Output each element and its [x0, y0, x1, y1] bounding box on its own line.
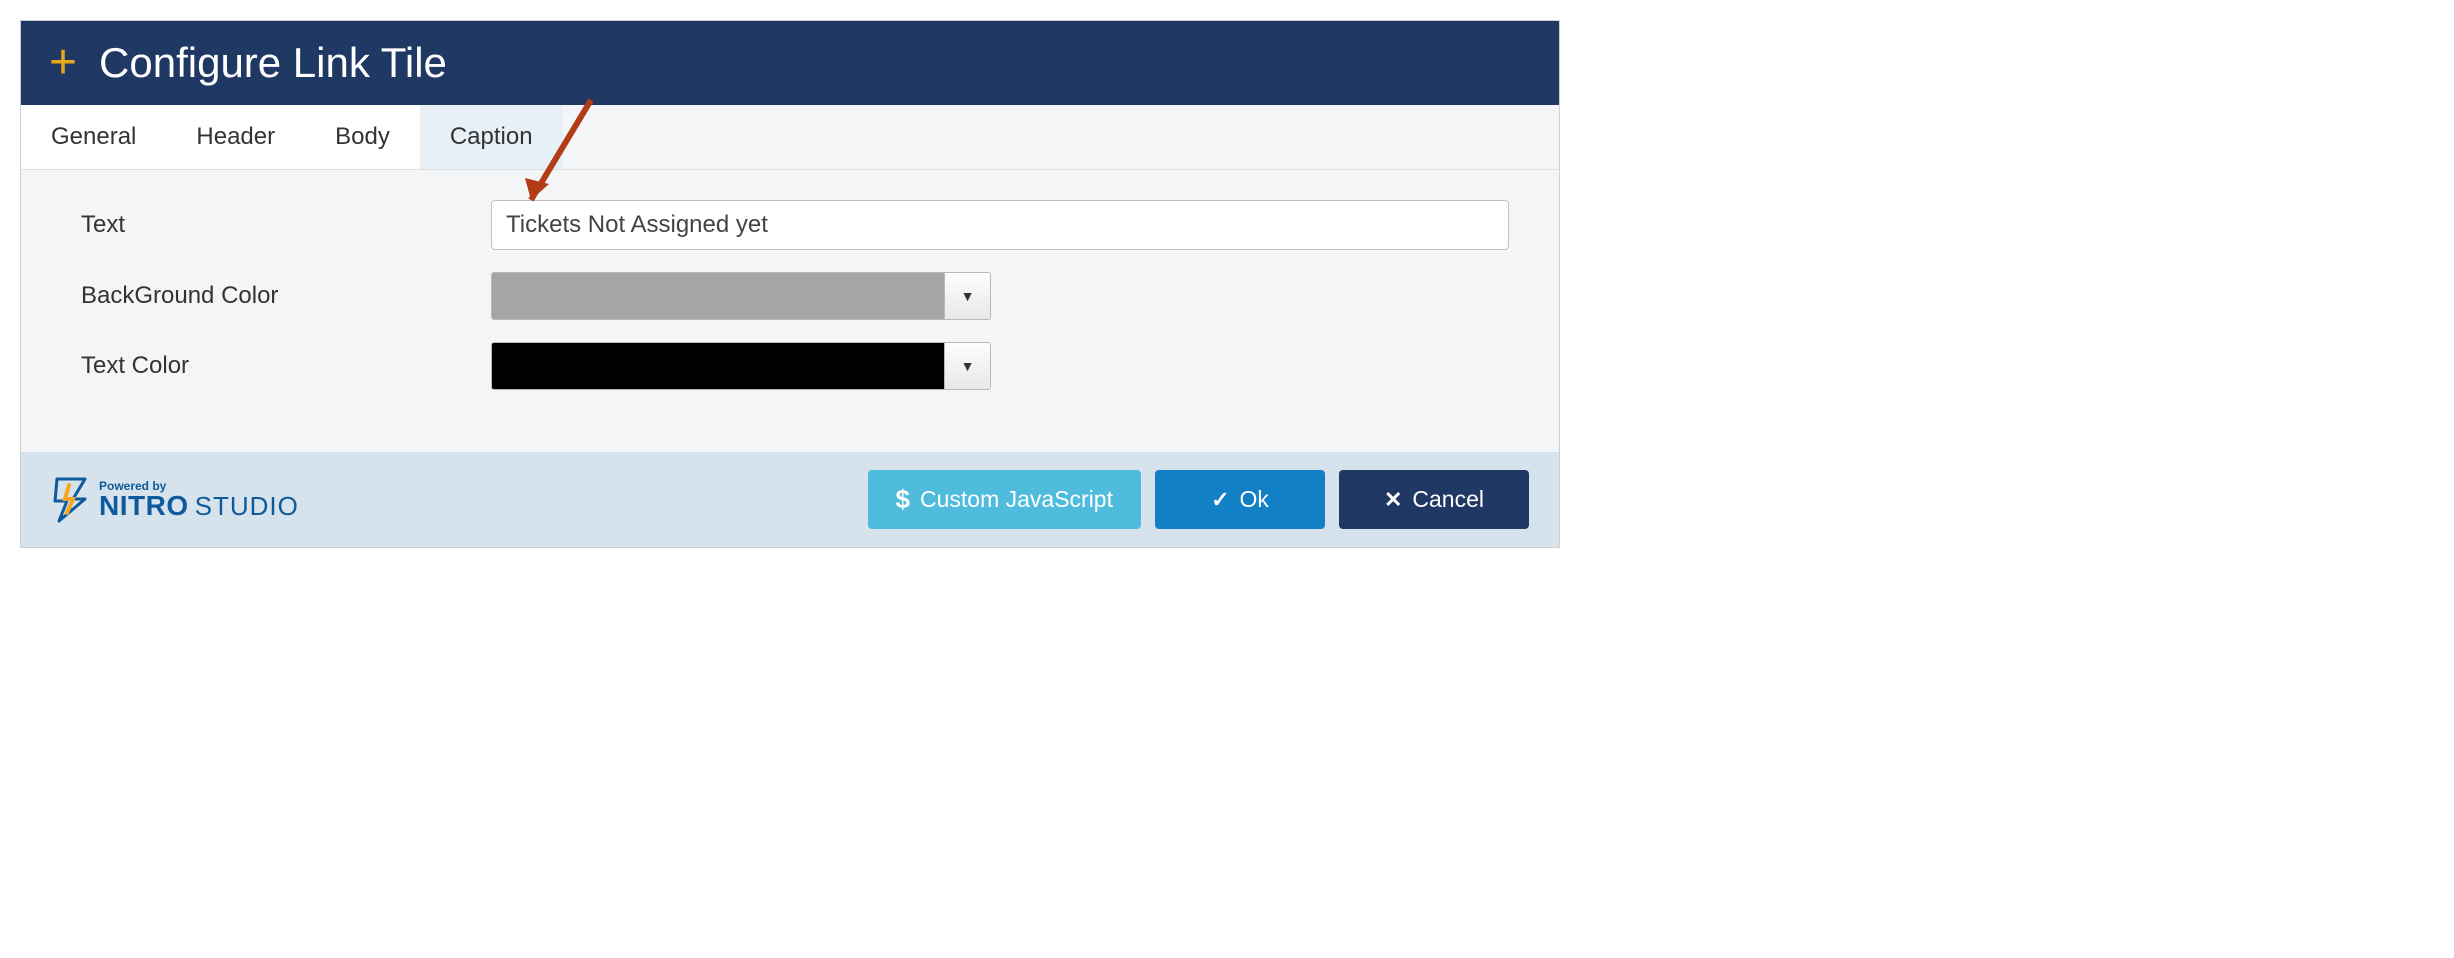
chevron-down-icon: ▼: [961, 358, 975, 374]
dialog-title: Configure Link Tile: [99, 39, 447, 87]
dialog-footer: Powered by NITRO STUDIO $ Custom JavaScr…: [21, 452, 1559, 547]
custom-javascript-button[interactable]: $ Custom JavaScript: [868, 470, 1141, 529]
cancel-label: Cancel: [1412, 486, 1484, 513]
ok-label: Ok: [1240, 486, 1269, 513]
form-row-textcolor: Text Color ▼: [71, 342, 1509, 390]
nitro-bolt-icon: [51, 477, 91, 523]
dollar-icon: $: [896, 484, 910, 515]
textcolor-swatch: [492, 343, 944, 389]
bgcolor-picker[interactable]: ▼: [491, 272, 991, 320]
tab-general[interactable]: General: [21, 105, 166, 169]
bgcolor-swatch: [492, 273, 944, 319]
cancel-button[interactable]: ✕ Cancel: [1339, 470, 1529, 529]
tab-header[interactable]: Header: [166, 105, 305, 169]
brand-text: Powered by NITRO STUDIO: [99, 480, 299, 520]
tab-bar: General Header Body Caption: [21, 105, 1559, 170]
text-input[interactable]: [491, 200, 1509, 250]
brand-logo: Powered by NITRO STUDIO: [51, 477, 299, 523]
tab-caption[interactable]: Caption: [420, 105, 563, 169]
tab-content: Text BackGround Color ▼ Text Color ▼: [21, 170, 1559, 452]
textcolor-label: Text Color: [71, 352, 491, 380]
tab-body[interactable]: Body: [305, 105, 420, 169]
custom-js-label: Custom JavaScript: [920, 486, 1113, 513]
configure-link-tile-dialog: + Configure Link Tile General Header Bod…: [20, 20, 1560, 548]
bgcolor-label: BackGround Color: [71, 282, 491, 310]
chevron-down-icon: ▼: [961, 288, 975, 304]
textcolor-picker[interactable]: ▼: [491, 342, 991, 390]
brand-name-light: STUDIO: [195, 493, 299, 519]
form-row-bgcolor: BackGround Color ▼: [71, 272, 1509, 320]
form-row-text: Text: [71, 200, 1509, 250]
close-icon: ✕: [1384, 487, 1402, 513]
ok-button[interactable]: ✓ Ok: [1155, 470, 1325, 529]
text-label: Text: [71, 211, 491, 239]
dialog-header: + Configure Link Tile: [21, 21, 1559, 105]
bgcolor-dropdown-button[interactable]: ▼: [944, 273, 990, 319]
brand-name-bold: NITRO: [99, 492, 189, 520]
check-icon: ✓: [1211, 487, 1229, 513]
footer-button-group: $ Custom JavaScript ✓ Ok ✕ Cancel: [868, 470, 1529, 529]
plus-icon: +: [49, 39, 77, 87]
textcolor-dropdown-button[interactable]: ▼: [944, 343, 990, 389]
